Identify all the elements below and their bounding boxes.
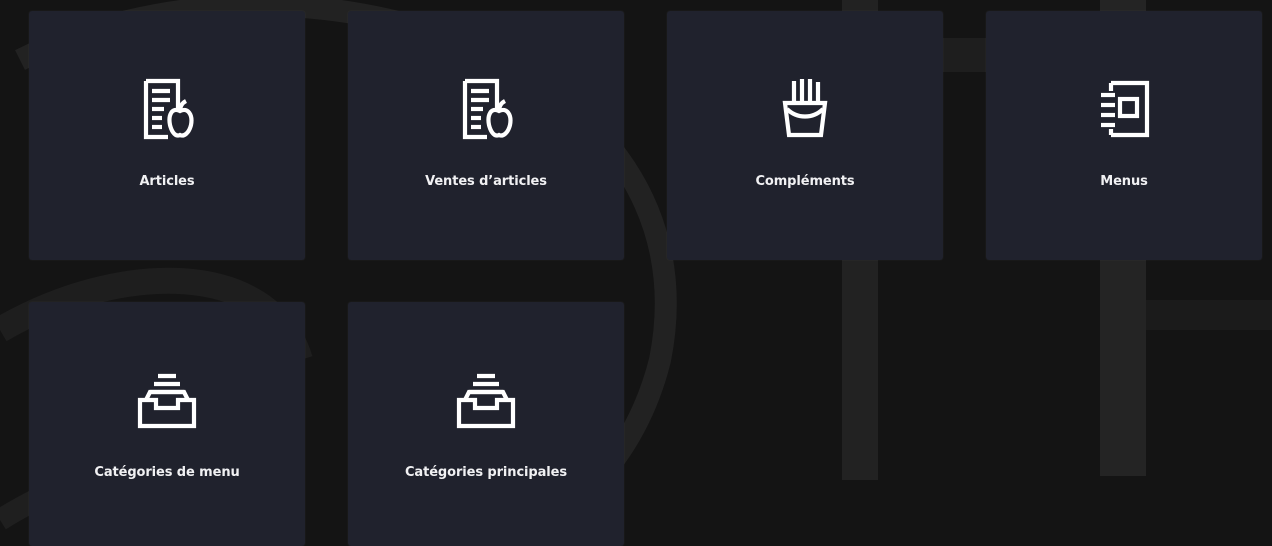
tile-categories-principales[interactable]: Catégories principales	[348, 302, 624, 546]
inbox-tray-icon	[132, 364, 202, 434]
article-apple-icon	[132, 73, 202, 143]
tile-grid: Articles Ventes d’articles Compléments M…	[0, 0, 1272, 546]
tile-categories-menu[interactable]: Catégories de menu	[29, 302, 305, 546]
tile-complements[interactable]: Compléments	[667, 11, 943, 260]
tile-articles[interactable]: Articles	[29, 11, 305, 260]
tile-label: Ventes d’articles	[425, 174, 547, 189]
inbox-tray-icon	[451, 364, 521, 434]
fries-icon	[770, 73, 840, 143]
menu-book-icon	[1089, 73, 1159, 143]
tile-menus[interactable]: Menus	[986, 11, 1262, 260]
tile-label: Catégories de menu	[94, 465, 240, 480]
tile-label: Catégories principales	[404, 465, 567, 480]
tile-label: Menus	[1100, 174, 1148, 189]
tile-label: Articles	[139, 174, 195, 189]
tile-label: Compléments	[755, 174, 855, 189]
article-apple-icon	[451, 73, 521, 143]
tile-ventes-articles[interactable]: Ventes d’articles	[348, 11, 624, 260]
